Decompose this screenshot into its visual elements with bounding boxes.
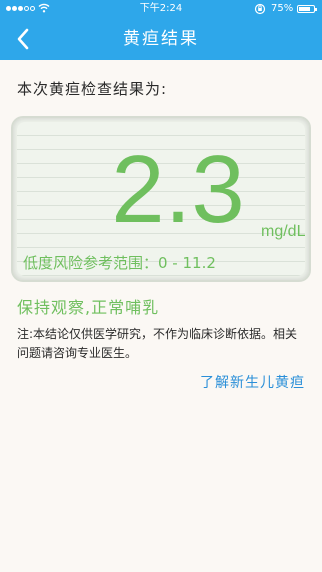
- advice-text: 保持观察,正常哺乳: [17, 298, 160, 317]
- orientation-lock-icon: [254, 3, 266, 15]
- battery-icon: [297, 5, 317, 13]
- disclaimer-note: 注:本结论仅供医学研究，不作为临床诊断依据。相关问题请咨询专业医生。: [17, 327, 298, 360]
- battery-percent: 75%: [271, 3, 294, 14]
- result-unit: mg/dL: [261, 223, 306, 240]
- reference-range: 低度风险参考范围：0 - 11.2: [23, 254, 216, 272]
- result-panel: 2.3 mg/dL 低度风险参考范围：0 - 11.2: [17, 122, 305, 276]
- status-bar: 下午2:24 75%: [0, 0, 322, 18]
- result-card: 2.3 mg/dL 低度风险参考范围：0 - 11.2: [11, 116, 311, 282]
- page-title: 黄疸结果: [123, 29, 199, 49]
- result-intro: 本次黄疸检查结果为:: [17, 80, 168, 98]
- navigation-bar: 黄疸结果: [0, 18, 322, 60]
- learn-jaundice-link[interactable]: 了解新生儿黄疸: [200, 372, 305, 392]
- header: 下午2:24 75% 黄疸结果: [0, 0, 322, 60]
